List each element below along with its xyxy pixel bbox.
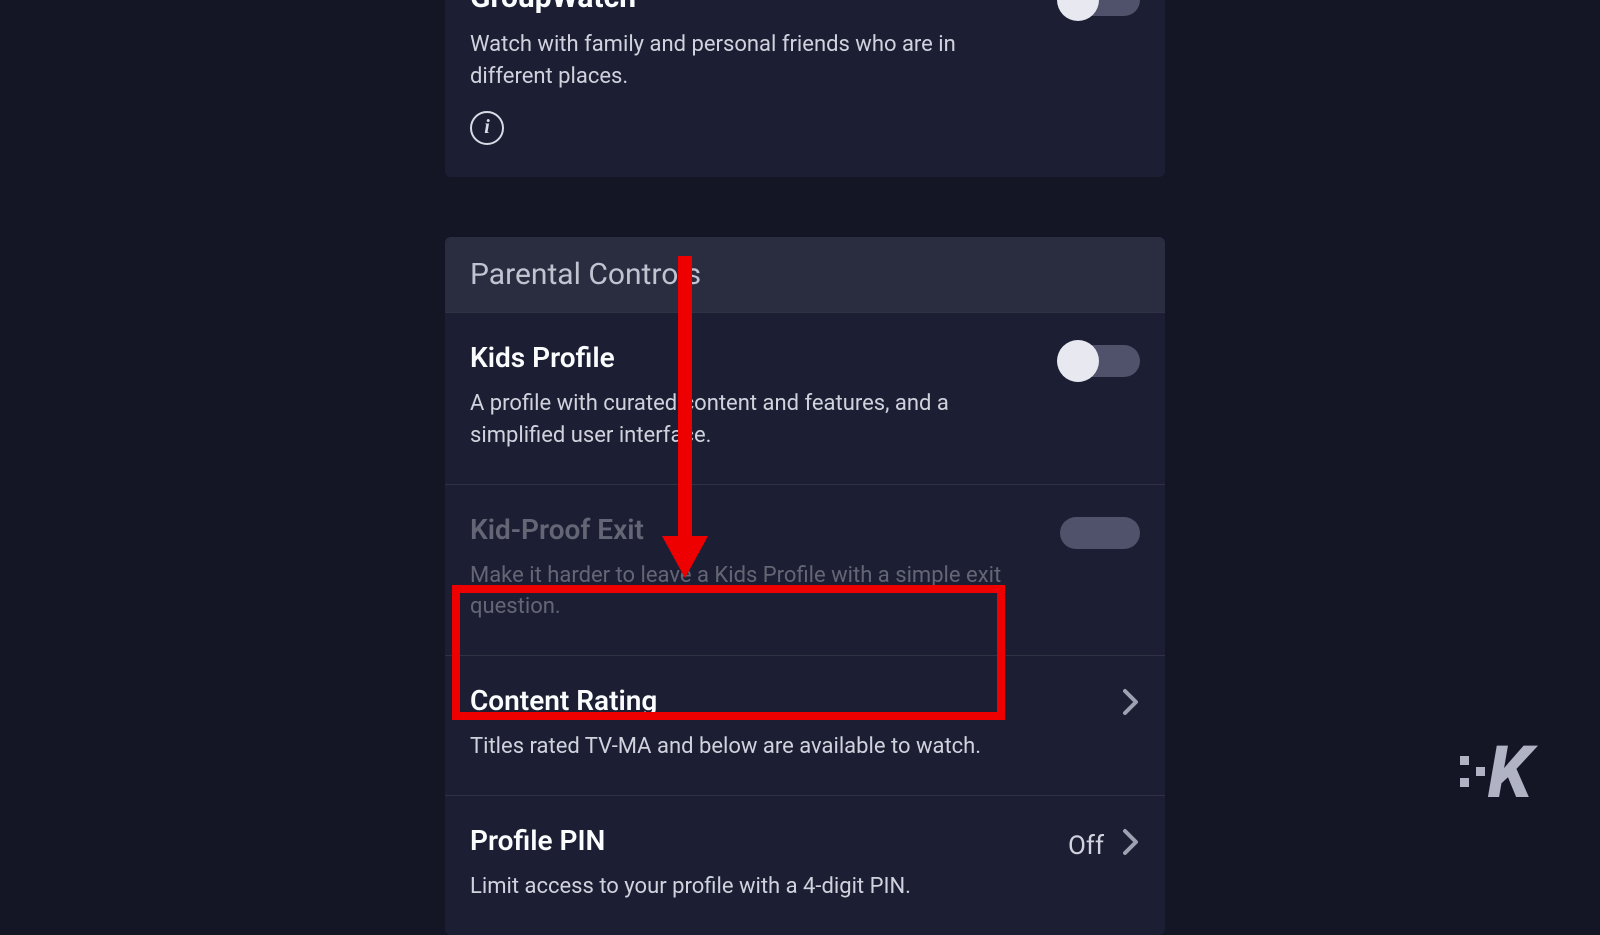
kid-proof-exit-title: Kid-Proof Exit bbox=[470, 513, 1030, 546]
chevron-right-icon bbox=[1122, 688, 1140, 723]
profile-pin-desc: Limit access to your profile with a 4-di… bbox=[470, 871, 1038, 903]
chevron-right-icon bbox=[1122, 828, 1140, 863]
groupwatch-title: GroupWatch bbox=[470, 0, 1030, 15]
profile-pin-value: Off bbox=[1068, 831, 1104, 861]
toggle-knob bbox=[1057, 340, 1099, 382]
kid-proof-exit-desc: Make it harder to leave a Kids Profile w… bbox=[470, 560, 1030, 624]
watermark-logo: K bbox=[1487, 730, 1530, 815]
kid-proof-exit-setting: Kid-Proof Exit Make it harder to leave a… bbox=[445, 484, 1165, 656]
profile-pin-title: Profile PIN bbox=[470, 824, 1038, 857]
kids-profile-toggle[interactable] bbox=[1060, 345, 1140, 377]
content-rating-setting[interactable]: Content Rating Titles rated TV-MA and be… bbox=[445, 655, 1165, 795]
info-icon[interactable]: i bbox=[470, 111, 504, 145]
groupwatch-setting: GroupWatch Watch with family and persona… bbox=[445, 0, 1165, 177]
parental-controls-header: Parental Controls bbox=[445, 237, 1165, 312]
content-rating-desc: Titles rated TV-MA and below are availab… bbox=[470, 731, 1092, 763]
kids-profile-setting: Kids Profile A profile with curated cont… bbox=[445, 312, 1165, 484]
groupwatch-toggle[interactable] bbox=[1060, 0, 1140, 16]
profile-pin-setting[interactable]: Profile PIN Limit access to your profile… bbox=[445, 795, 1165, 935]
toggle-knob bbox=[1057, 0, 1099, 21]
kids-profile-desc: A profile with curated content and featu… bbox=[470, 388, 1030, 452]
kids-profile-title: Kids Profile bbox=[470, 341, 1030, 374]
groupwatch-desc: Watch with family and personal friends w… bbox=[470, 29, 1030, 93]
content-rating-title: Content Rating bbox=[470, 684, 1092, 717]
kid-proof-exit-toggle bbox=[1060, 517, 1140, 549]
